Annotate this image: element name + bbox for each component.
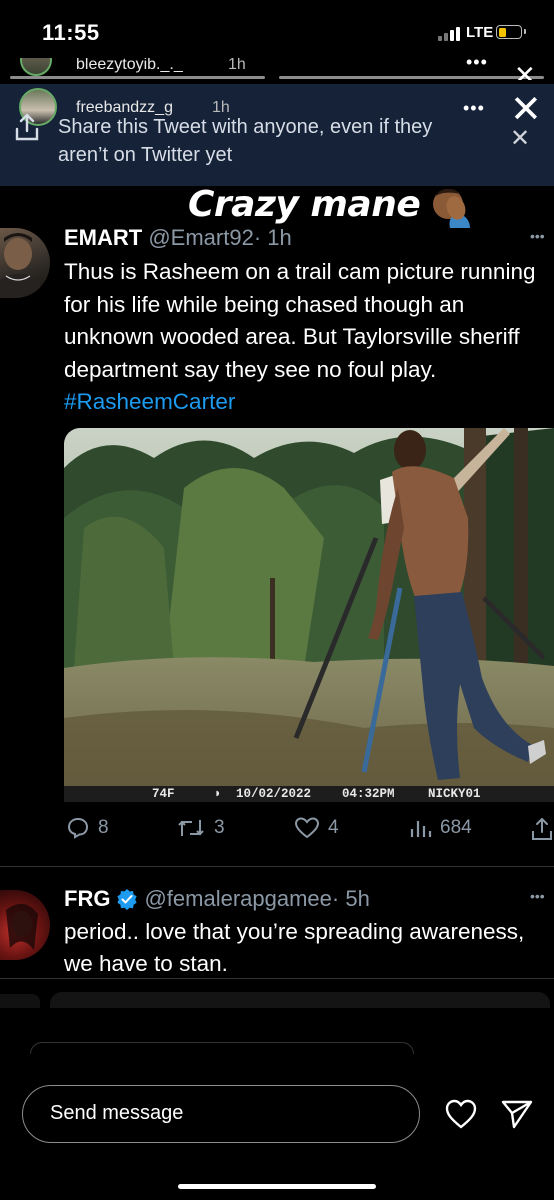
cam-time: 04:32PM	[342, 787, 395, 801]
retweet-icon	[178, 820, 204, 836]
network-label: LTE	[466, 24, 494, 41]
tweet-header: EMART @Emart92· 1h	[64, 225, 292, 251]
hashtag-link[interactable]: #RasheemCarter	[64, 389, 235, 414]
like-icon	[294, 817, 320, 839]
back-story-avatar	[20, 58, 52, 76]
tweet-author-name[interactable]: EMART	[64, 225, 142, 250]
heart-icon[interactable]	[444, 1098, 478, 1135]
share-icon[interactable]	[14, 112, 40, 147]
cam-temperature: 74F	[152, 787, 175, 801]
facepalm-emoji-icon	[428, 184, 472, 228]
home-indicator[interactable]	[178, 1184, 376, 1189]
reply-time: · 5h	[331, 886, 370, 911]
reply-author-name[interactable]: FRG	[64, 886, 110, 912]
more-dots-icon[interactable]: •••	[463, 98, 485, 119]
banner-close-icon[interactable]: ✕	[510, 124, 530, 153]
trail-cam-photo[interactable]	[64, 428, 554, 802]
send-icon[interactable]	[500, 1097, 534, 1136]
views-action[interactable]: 684	[408, 816, 472, 840]
battery-icon	[496, 25, 526, 39]
divider	[0, 866, 554, 867]
status-time: 11:55	[42, 20, 100, 45]
tweet-author-avatar[interactable]	[0, 228, 50, 298]
like-action[interactable]: 4	[294, 816, 339, 840]
retweet-action[interactable]: 3	[176, 816, 225, 840]
share-action[interactable]	[530, 816, 554, 842]
views-icon	[410, 821, 432, 837]
signal-icon	[438, 27, 460, 41]
back-story-time: 1h	[228, 58, 246, 73]
more-dots-icon[interactable]: •••	[530, 888, 545, 904]
reply-count: 8	[98, 817, 109, 838]
reply-box-partial	[30, 1042, 414, 1054]
trail-cam-info-strip: 74F ◗ 10/02/2022 04:32PM NICKY01	[64, 786, 554, 802]
more-dots-icon[interactable]: •••	[530, 228, 545, 244]
tweet-body: Thus is Rasheem on a trail cam picture r…	[64, 259, 536, 382]
message-placeholder: Send message	[50, 1102, 184, 1124]
reply-author-avatar[interactable]	[0, 890, 50, 960]
share-icon	[532, 817, 552, 840]
reply-icon	[67, 817, 89, 839]
more-dots-icon[interactable]: •••	[466, 58, 488, 73]
views-count: 684	[440, 817, 472, 838]
close-icon[interactable]: ✕	[510, 91, 542, 129]
like-count: 4	[328, 817, 339, 838]
verified-badge-icon	[117, 889, 138, 910]
story-progress-bar	[279, 76, 544, 79]
reply-text: period.. love that you’re spreading awar…	[64, 919, 525, 976]
retweet-count: 3	[214, 817, 225, 838]
cam-date: 10/02/2022	[236, 787, 312, 801]
tweet-author-handle[interactable]: @Emart92	[148, 225, 253, 250]
tweet-time: · 1h	[253, 225, 292, 250]
reply-author-handle[interactable]: @femalerapgamee	[144, 886, 331, 911]
reply-action[interactable]: 8	[66, 816, 109, 840]
story-progress-bar	[10, 76, 265, 79]
moon-icon: ◗	[214, 787, 222, 801]
next-card-partial	[50, 992, 550, 1008]
story-caption: Crazy mane	[188, 184, 421, 225]
share-banner-text: Share this Tweet with anyone, even if th…	[58, 116, 433, 166]
reply-header: FRG @femalerapgamee· 5h	[64, 886, 370, 912]
next-avatar-partial	[0, 994, 40, 1008]
cam-id: NICKY01	[428, 787, 481, 801]
divider	[0, 978, 554, 979]
tweet-text: Thus is Rasheem on a trail cam picture r…	[64, 256, 550, 419]
back-story-username: bleezytoyib._._	[76, 58, 183, 73]
